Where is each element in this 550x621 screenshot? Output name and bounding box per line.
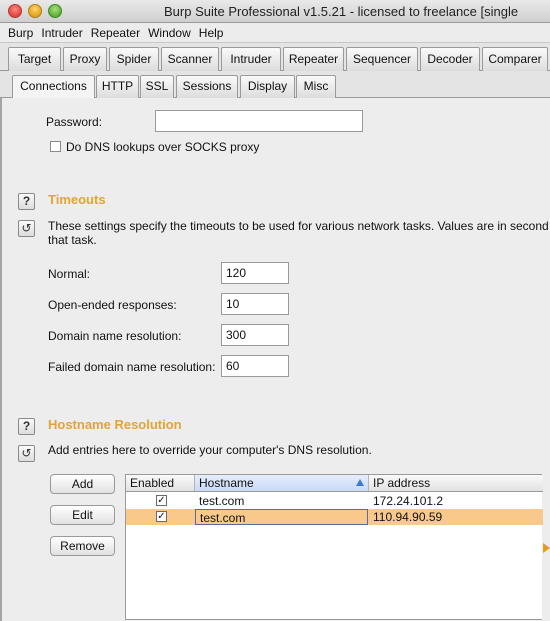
column-hostname[interactable]: Hostname: [195, 475, 369, 491]
connections-panel: Password: Do DNS lookups over SOCKS prox…: [0, 98, 550, 621]
table-row[interactable]: ✓ test.com 172.24.101.2: [126, 493, 543, 509]
hostname-table: Enabled Hostname IP address ✓ test.com 1…: [125, 474, 543, 620]
open-ended-timeout-label: Open-ended responses:: [48, 298, 177, 312]
tab-decoder[interactable]: Decoder: [420, 47, 480, 71]
column-ip-address[interactable]: IP address: [369, 475, 543, 491]
sort-ascending-icon: [356, 479, 364, 486]
zoom-window-button[interactable]: [48, 4, 62, 18]
tab-repeater[interactable]: Repeater: [283, 47, 344, 71]
socks-dns-checkbox[interactable]: [50, 141, 61, 152]
hostname-description: Add entries here to override your comput…: [48, 443, 372, 457]
failed-dns-timeout-label: Failed domain name resolution:: [48, 360, 216, 374]
tab-scanner[interactable]: Scanner: [161, 47, 219, 71]
menu-burp[interactable]: Burp: [4, 26, 37, 40]
main-tab-strip: Target Proxy Spider Scanner Intruder Rep…: [0, 43, 550, 71]
timeouts-description-line1: These settings specify the timeouts to b…: [48, 219, 549, 233]
row-hostname-editor[interactable]: test.com: [195, 509, 368, 525]
dns-timeout-label: Domain name resolution:: [48, 329, 182, 343]
menu-bar: Burp Intruder Repeater Window Help: [0, 23, 550, 43]
menu-intruder[interactable]: Intruder: [37, 26, 86, 40]
tab-sequencer[interactable]: Sequencer: [346, 47, 418, 71]
timeouts-description-line2: that task.: [48, 233, 97, 247]
timeouts-title: Timeouts: [48, 192, 106, 207]
socks-password-field[interactable]: [155, 110, 363, 132]
menu-repeater[interactable]: Repeater: [87, 26, 144, 40]
tab-connections[interactable]: Connections: [12, 75, 95, 99]
remove-button[interactable]: Remove: [50, 536, 115, 556]
hostname-help-icon[interactable]: ?: [18, 418, 35, 435]
column-hostname-label: Hostname: [199, 476, 254, 490]
table-header: Enabled Hostname IP address: [126, 475, 543, 492]
failed-dns-timeout-field[interactable]: 60: [221, 355, 289, 377]
open-ended-timeout-field[interactable]: 10: [221, 293, 289, 315]
tab-intruder[interactable]: Intruder: [221, 47, 281, 71]
hostname-title: Hostname Resolution: [48, 417, 182, 432]
normal-timeout-field[interactable]: 120: [221, 262, 289, 284]
row-enabled-checkbox[interactable]: ✓: [156, 495, 167, 506]
column-enabled[interactable]: Enabled: [126, 475, 195, 491]
row-ip-address[interactable]: 172.24.101.2: [369, 493, 543, 509]
timeouts-help-icon[interactable]: ?: [18, 193, 35, 210]
tab-display[interactable]: Display: [240, 75, 295, 98]
menu-help[interactable]: Help: [195, 26, 228, 40]
table-row-selected[interactable]: ✓ test.com 110.94.90.59: [126, 509, 543, 525]
tab-ssl[interactable]: SSL: [140, 75, 174, 98]
tab-sessions[interactable]: Sessions: [176, 75, 238, 98]
password-label: Password:: [46, 115, 103, 129]
timeouts-restore-icon[interactable]: ↺: [18, 220, 35, 237]
tab-comparer[interactable]: Comparer: [482, 47, 548, 71]
normal-timeout-label: Normal:: [48, 267, 91, 281]
tab-spider[interactable]: Spider: [109, 47, 159, 71]
tab-target[interactable]: Target: [8, 47, 61, 71]
add-button[interactable]: Add: [50, 474, 115, 494]
socks-dns-label: Do DNS lookups over SOCKS proxy: [66, 140, 260, 154]
scroll-right-icon[interactable]: [543, 543, 550, 553]
tab-http[interactable]: HTTP: [96, 75, 139, 98]
title-bar: Burp Suite Professional v1.5.21 - licens…: [0, 0, 550, 23]
row-ip-address[interactable]: 110.94.90.59: [369, 509, 543, 525]
row-hostname[interactable]: test.com: [195, 493, 369, 509]
options-tab-strip: Connections HTTP SSL Sessions Display Mi…: [0, 71, 550, 99]
menu-window[interactable]: Window: [144, 26, 195, 40]
edit-button[interactable]: Edit: [50, 505, 115, 525]
hostname-restore-icon[interactable]: ↺: [18, 445, 35, 462]
close-window-button[interactable]: [8, 4, 22, 18]
tab-proxy[interactable]: Proxy: [63, 47, 107, 71]
minimize-window-button[interactable]: [28, 4, 42, 18]
dns-timeout-field[interactable]: 300: [221, 324, 289, 346]
window-title: Burp Suite Professional v1.5.21 - licens…: [164, 4, 519, 19]
tab-misc[interactable]: Misc: [296, 75, 336, 98]
row-enabled-checkbox[interactable]: ✓: [156, 511, 167, 522]
